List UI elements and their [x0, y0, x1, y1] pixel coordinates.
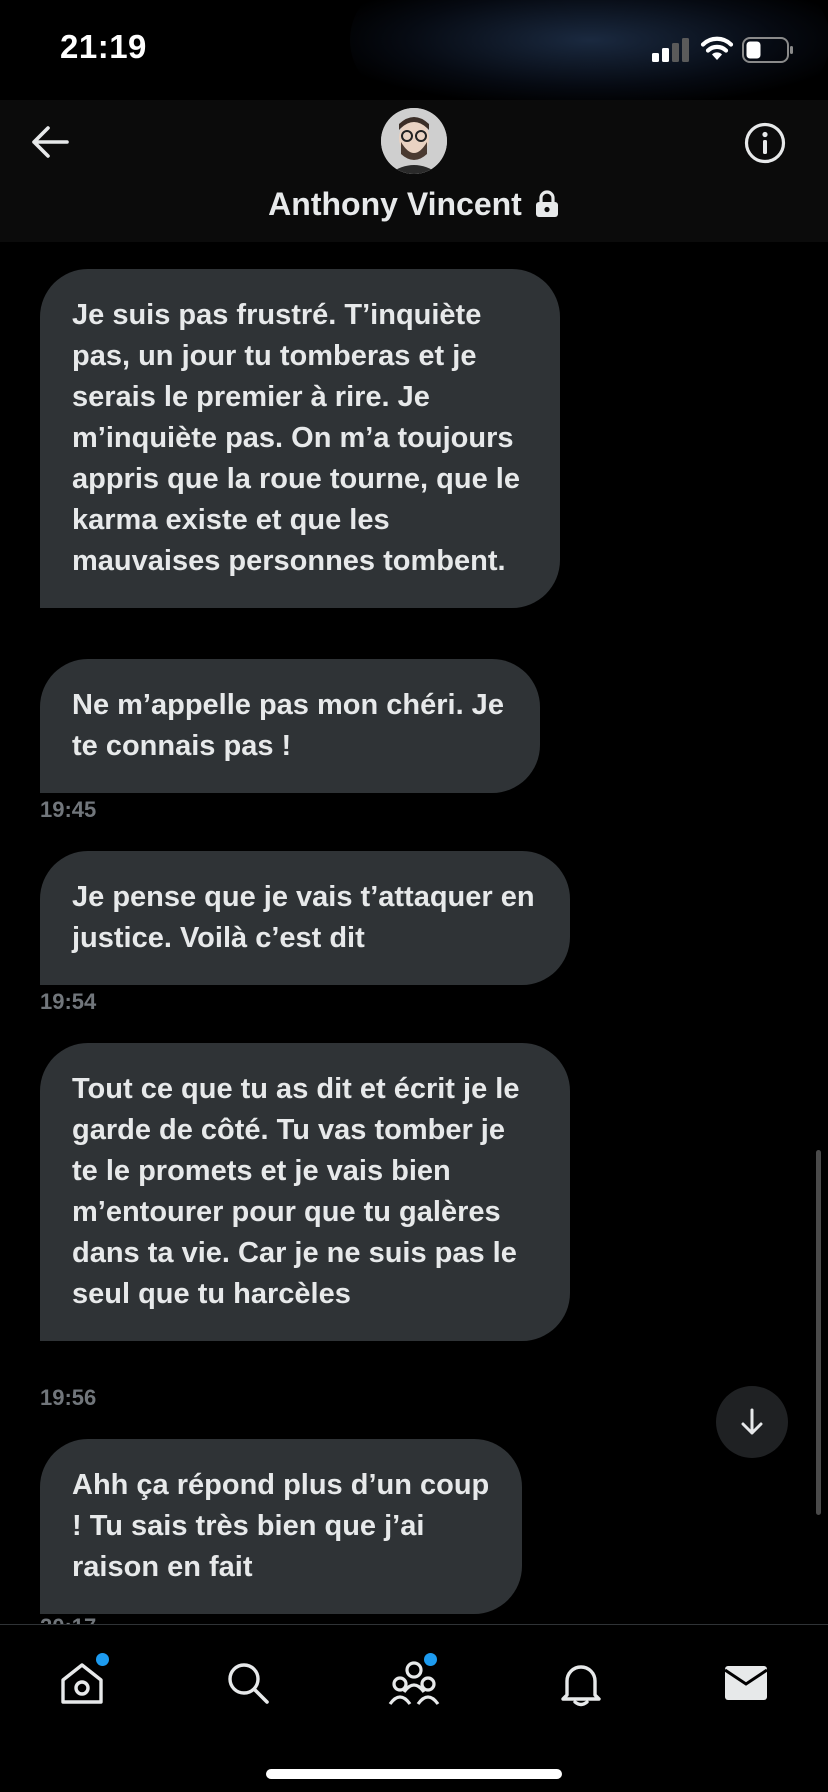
message-timestamp: 20:17: [40, 1614, 96, 1624]
communities-icon: [388, 1661, 440, 1705]
notification-dot: [424, 1653, 437, 1666]
bell-icon: [561, 1665, 601, 1707]
tab-notifications[interactable]: [541, 1643, 621, 1723]
info-icon: [744, 122, 786, 164]
message-text: Tout ce que tu as dit et écrit je le gar…: [72, 1073, 520, 1310]
mail-icon: [724, 1666, 768, 1700]
avatar-image: [381, 108, 447, 174]
home-icon: [61, 1663, 103, 1704]
message-bubble[interactable]: Tout ce que tu as dit et écrit je le gar…: [40, 1043, 570, 1341]
message-text: Ne m’appelle pas mon chéri. Je te connai…: [72, 689, 504, 762]
contact-name[interactable]: Anthony Vincent: [268, 186, 522, 223]
message-bubble[interactable]: Je pense que je vais t’attaquer en justi…: [40, 851, 570, 985]
wifi-icon: [700, 36, 734, 60]
message-bubble[interactable]: Ahh ça répond plus d’un coup ! Tu sais t…: [40, 1439, 522, 1614]
message-text: Ahh ça répond plus d’un coup ! Tu sais t…: [72, 1469, 490, 1583]
arrow-left-icon: [32, 126, 69, 158]
home-indicator: [266, 1769, 562, 1779]
message-timestamp: 19:54: [40, 989, 97, 1014]
scroll-to-bottom-button[interactable]: [716, 1386, 788, 1458]
tab-search[interactable]: [208, 1643, 288, 1723]
back-button[interactable]: [26, 118, 74, 166]
scrollbar[interactable]: [816, 1150, 821, 1515]
notification-dot: [96, 1653, 109, 1666]
battery-icon: [742, 37, 793, 63]
status-bar: 21:19: [0, 0, 828, 100]
tab-communities[interactable]: [374, 1643, 454, 1723]
arrow-down-icon: [741, 1408, 763, 1435]
status-time: 21:19: [60, 28, 147, 65]
tab-messages[interactable]: [706, 1643, 786, 1723]
message-timestamp: 19:45: [40, 797, 97, 822]
message-text: Je suis pas frustré. T’inquiète pas, un …: [72, 299, 520, 577]
message-bubble[interactable]: Je suis pas frustré. T’inquiète pas, un …: [40, 269, 560, 608]
signal-icon: [652, 38, 689, 62]
message-text: Je pense que je vais t’attaquer en justi…: [72, 881, 535, 954]
message-bubble[interactable]: Ne m’appelle pas mon chéri. Je te connai…: [40, 659, 540, 793]
info-button[interactable]: [740, 118, 790, 168]
avatar[interactable]: [381, 108, 447, 174]
message-timestamp: 19:56: [40, 1385, 97, 1410]
tab-home[interactable]: [42, 1643, 122, 1723]
bottom-tab-bar: [0, 1624, 828, 1792]
lock-icon: [535, 190, 558, 217]
message-list[interactable]: Je suis pas frustré. T’inquiète pas, un …: [0, 242, 828, 1624]
search-icon: [228, 1663, 269, 1704]
conversation-header: Anthony Vincent: [0, 100, 828, 242]
contact-name-row: Anthony Vincent: [0, 182, 828, 226]
